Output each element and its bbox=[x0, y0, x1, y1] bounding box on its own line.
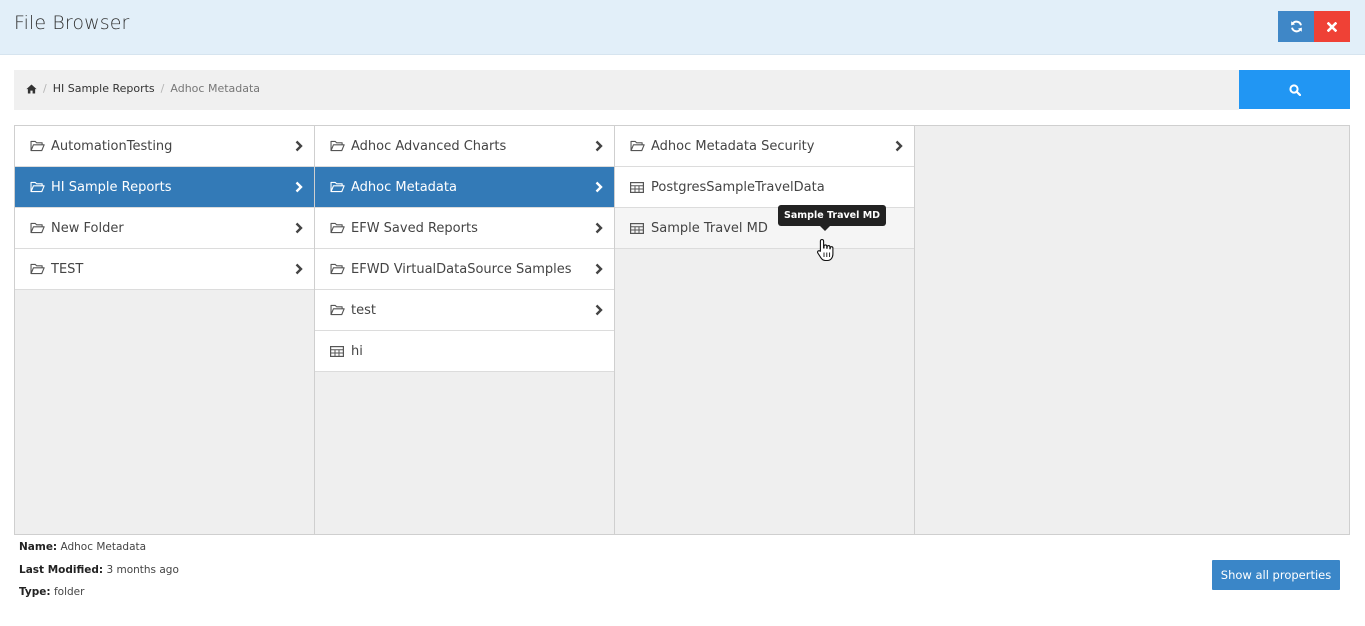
selection-properties: Name: Adhoc Metadata Last Modified: 3 mo… bbox=[19, 540, 179, 608]
property-name-value: Adhoc Metadata bbox=[60, 541, 147, 553]
item-label: AutomationTesting bbox=[51, 138, 173, 154]
item-label: EFWD VirtualDataSource Samples bbox=[351, 261, 572, 277]
folder-item-test[interactable]: test bbox=[315, 290, 614, 331]
folder-open-icon bbox=[330, 263, 346, 276]
property-last-modified: Last Modified: 3 months ago bbox=[19, 563, 179, 586]
close-icon bbox=[1327, 21, 1337, 32]
folder-open-icon bbox=[330, 181, 346, 194]
item-label: Adhoc Metadata bbox=[351, 179, 457, 195]
file-item-hi[interactable]: hi bbox=[315, 331, 614, 372]
chevron-right-icon[interactable] bbox=[295, 222, 303, 238]
item-label: Adhoc Advanced Charts bbox=[351, 138, 507, 154]
chevron-right-icon[interactable] bbox=[295, 263, 303, 279]
folder-open-icon bbox=[630, 140, 646, 153]
search-button[interactable] bbox=[1239, 70, 1350, 109]
close-button[interactable] bbox=[1314, 11, 1350, 42]
chevron-right-icon[interactable] bbox=[595, 140, 603, 156]
chevron-right-icon[interactable] bbox=[595, 263, 603, 279]
breadcrumb-item-adhoc-metadata: Adhoc Metadata bbox=[170, 82, 261, 95]
folder-item-adhoc-metadata-security[interactable]: Adhoc Metadata Security bbox=[615, 126, 914, 167]
breadcrumb-item-hi-sample-reports[interactable]: HI Sample Reports bbox=[53, 82, 155, 95]
hand-cursor-icon bbox=[817, 238, 834, 262]
home-icon[interactable] bbox=[26, 83, 37, 94]
breadcrumb: / HI Sample Reports / Adhoc Metadata bbox=[26, 82, 260, 95]
browser-column-1: AutomationTesting HI Sample Reports New Fo… bbox=[15, 126, 315, 534]
folder-item-adhoc-metadata[interactable]: Adhoc Metadata bbox=[315, 167, 614, 208]
table-icon bbox=[630, 181, 646, 194]
folder-item-new-folder[interactable]: New Folder bbox=[15, 208, 314, 249]
property-name: Name: Adhoc Metadata bbox=[19, 540, 179, 563]
folder-open-icon bbox=[330, 304, 346, 317]
tooltip: Sample Travel MD bbox=[778, 205, 887, 231]
item-label: TEST bbox=[51, 261, 84, 277]
chevron-right-icon[interactable] bbox=[595, 222, 603, 238]
refresh-icon bbox=[1290, 20, 1302, 33]
folder-open-icon bbox=[30, 263, 46, 276]
breadcrumb-separator: / bbox=[43, 82, 47, 95]
item-label: New Folder bbox=[51, 220, 124, 236]
browser-column-2: Adhoc Advanced Charts Adhoc Metadata EFW S… bbox=[315, 126, 615, 534]
item-label: HI Sample Reports bbox=[51, 179, 172, 195]
property-last-modified-label: Last Modified: bbox=[19, 563, 104, 576]
search-icon bbox=[1288, 83, 1301, 96]
folder-open-icon bbox=[30, 181, 46, 194]
chevron-right-icon[interactable] bbox=[595, 304, 603, 320]
chevron-right-icon[interactable] bbox=[295, 140, 303, 156]
item-label: test bbox=[351, 302, 376, 318]
folder-open-icon bbox=[30, 222, 46, 235]
folder-item-test[interactable]: TEST bbox=[15, 249, 314, 290]
property-type-label: Type: bbox=[19, 586, 51, 598]
breadcrumb-separator: / bbox=[160, 82, 165, 95]
file-browser-panel: AutomationTesting HI Sample Reports New Fo… bbox=[14, 125, 1350, 535]
folder-item-efwd-virtualdatasource-samples[interactable]: EFWD VirtualDataSource Samples bbox=[315, 249, 614, 290]
item-label: Sample Travel MD bbox=[651, 220, 768, 236]
file-item-postgressampletraveldata[interactable]: PostgresSampleTravelData bbox=[615, 167, 914, 208]
property-last-modified-value: 3 months ago bbox=[106, 563, 179, 576]
folder-open-icon bbox=[30, 140, 46, 153]
folder-open-icon bbox=[330, 222, 346, 235]
chevron-right-icon[interactable] bbox=[895, 140, 903, 156]
page-title: File Browser bbox=[14, 12, 130, 34]
table-icon bbox=[630, 222, 646, 235]
table-icon bbox=[330, 345, 346, 358]
property-type-value: folder bbox=[53, 586, 85, 598]
refresh-button[interactable] bbox=[1278, 11, 1314, 42]
item-label: hi bbox=[351, 343, 363, 359]
item-label: PostgresSampleTravelData bbox=[651, 179, 825, 195]
property-type: Type: folder bbox=[19, 585, 179, 608]
folder-item-efw-saved-reports[interactable]: EFW Saved Reports bbox=[315, 208, 614, 249]
folder-item-automationtesting[interactable]: AutomationTesting bbox=[15, 126, 314, 167]
breadcrumb-bar: / HI Sample Reports / Adhoc Metadata bbox=[14, 70, 1239, 110]
folder-item-hi-sample-reports[interactable]: HI Sample Reports bbox=[15, 167, 314, 208]
chevron-right-icon[interactable] bbox=[595, 181, 603, 197]
show-all-properties-button[interactable]: Show all properties bbox=[1212, 560, 1340, 590]
folder-open-icon bbox=[330, 140, 346, 153]
property-name-label: Name: bbox=[19, 541, 58, 553]
browser-column-3: Adhoc Metadata Security PostgresSampleTra… bbox=[615, 126, 915, 534]
folder-item-adhoc-advanced-charts[interactable]: Adhoc Advanced Charts bbox=[315, 126, 614, 167]
item-label: EFW Saved Reports bbox=[351, 220, 478, 236]
chevron-right-icon[interactable] bbox=[295, 181, 303, 197]
header-bar: File Browser bbox=[0, 0, 1365, 55]
item-label: Adhoc Metadata Security bbox=[651, 138, 815, 154]
